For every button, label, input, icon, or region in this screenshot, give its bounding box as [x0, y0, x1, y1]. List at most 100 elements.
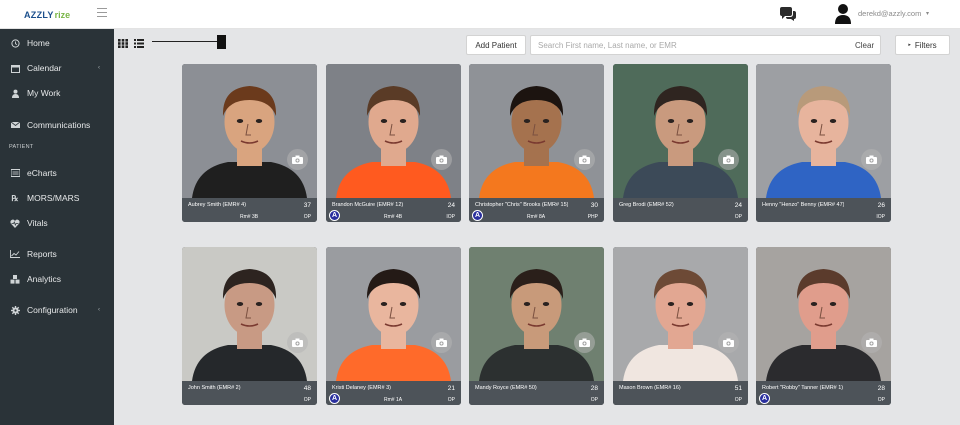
patient-name[interactable]: Kristi Delaney (EMR# 3) [332, 385, 391, 391]
patient-photo[interactable] [613, 247, 748, 381]
sidebar-item-reports[interactable]: Reports [0, 244, 114, 264]
rx-icon: ℞ [11, 193, 19, 203]
sidebar-item-mors-mars[interactable]: ℞ MORS/MARS [0, 188, 114, 208]
logo-text: AZZLY [24, 10, 54, 20]
heartbeat-icon [10, 218, 20, 228]
camera-icon[interactable] [574, 332, 595, 353]
patient-age: 30 [590, 202, 598, 209]
section-header-patient: PATIENT [9, 144, 34, 150]
patient-name[interactable]: Greg Brodi (EMR# 52) [619, 202, 674, 208]
patient-age: 28 [590, 385, 598, 392]
patient-photo[interactable] [182, 64, 317, 198]
sidebar: Home Calendar ‹ My Work Communications P… [0, 29, 114, 425]
line-chart-icon [10, 249, 20, 259]
add-patient-button[interactable]: Add Patient [466, 35, 526, 55]
clear-search-button[interactable]: Clear [855, 41, 874, 50]
sidebar-item-analytics[interactable]: Analytics [0, 269, 114, 289]
camera-icon[interactable] [718, 332, 739, 353]
camera-icon[interactable] [718, 149, 739, 170]
sidebar-item-communications[interactable]: Communications [0, 115, 114, 135]
sidebar-item-configuration[interactable]: Configuration ‹ [0, 300, 114, 320]
patient-photo[interactable] [182, 247, 317, 381]
patient-name[interactable]: Robert "Robby" Tanner (EMR# 1) [762, 385, 843, 391]
sidebar-item-calendar[interactable]: Calendar ‹ [0, 58, 114, 78]
patient-photo[interactable] [469, 64, 604, 198]
list-view-icon[interactable] [134, 35, 144, 48]
logo[interactable]: AZZLY rize [24, 8, 70, 22]
chat-icon[interactable] [779, 7, 797, 21]
camera-icon[interactable] [287, 332, 308, 353]
patient-program: OP [734, 214, 742, 220]
patient-info: Kristi Delaney (EMR# 3) 21 A Rm# 1A OP [326, 381, 461, 405]
sidebar-item-label: Reports [27, 249, 57, 259]
patient-name[interactable]: Brandon McGuire (EMR# 12) [332, 202, 403, 208]
calendar-icon [10, 63, 20, 73]
patient-photo[interactable] [326, 247, 461, 381]
patient-age: 48 [303, 385, 311, 392]
patient-program: IOP [876, 214, 885, 220]
zoom-slider-track[interactable] [152, 41, 222, 42]
patient-photo[interactable] [756, 64, 891, 198]
patient-name[interactable]: Christopher "Chris" Brooks (EMR# 15) [475, 202, 568, 208]
filters-button[interactable]: ▸ Filters [895, 35, 950, 55]
camera-icon[interactable] [861, 332, 882, 353]
patient-photo[interactable] [756, 247, 891, 381]
patient-room: Rm# 1A [384, 397, 403, 403]
patient-info: Mason Brown (EMR# 16) 51 OP [613, 381, 748, 405]
patient-card[interactable]: Christopher "Chris" Brooks (EMR# 15) 30 A R… [469, 64, 604, 222]
camera-icon[interactable] [431, 149, 452, 170]
patient-name[interactable]: Mandy Royce (EMR# 50) [475, 385, 537, 391]
camera-icon[interactable] [861, 149, 882, 170]
patient-card[interactable]: Aubrey Smith (EMR# 4) 37 Rm# 3B OP [182, 64, 317, 222]
patient-card[interactable]: Henny "Henzo" Benny (EMR# 47) 26 IOP [756, 64, 891, 222]
sidebar-item-vitals[interactable]: Vitals [0, 213, 114, 233]
zoom-slider-handle[interactable] [217, 35, 226, 49]
patient-info: Greg Brodi (EMR# 52) 24 OP [613, 198, 748, 222]
patient-photo[interactable] [326, 64, 461, 198]
patient-program: OP [734, 397, 742, 403]
patient-card[interactable]: John Smith (EMR# 2) 48 OP [182, 247, 317, 405]
logo-text-rize: rize [54, 10, 71, 20]
patient-age: 51 [734, 385, 742, 392]
patient-search-input[interactable] [538, 40, 838, 51]
status-badge: A [759, 393, 770, 404]
patient-card[interactable]: Mandy Royce (EMR# 50) 28 OP [469, 247, 604, 405]
grid-view-icon[interactable] [118, 35, 128, 48]
camera-icon[interactable] [287, 149, 308, 170]
sidebar-item-label: Analytics [27, 274, 62, 284]
patient-program: OP [877, 397, 885, 403]
user-avatar-icon[interactable] [835, 3, 851, 24]
patient-program: IOP [446, 214, 455, 220]
patient-program: PHP [587, 214, 598, 220]
sidebar-item-my-work[interactable]: My Work [0, 83, 114, 103]
patient-program: OP [447, 397, 455, 403]
patient-card[interactable]: Kristi Delaney (EMR# 3) 21 A Rm# 1A OP [326, 247, 461, 405]
status-badge: A [329, 393, 340, 404]
camera-icon[interactable] [431, 332, 452, 353]
patient-name[interactable]: John Smith (EMR# 2) [188, 385, 241, 391]
patient-card[interactable]: Mason Brown (EMR# 16) 51 OP [613, 247, 748, 405]
patient-name[interactable]: Mason Brown (EMR# 16) [619, 385, 681, 391]
sidebar-item-echarts[interactable]: eCharts [0, 163, 114, 183]
patient-name[interactable]: Aubrey Smith (EMR# 4) [188, 202, 246, 208]
patient-card[interactable]: Robert "Robby" Tanner (EMR# 1) 28 A OP [756, 247, 891, 405]
patient-room: Rm# 4B [384, 214, 403, 220]
camera-icon[interactable] [574, 149, 595, 170]
user-menu-chevron-down-icon[interactable]: ▾ [926, 10, 929, 17]
patient-name[interactable]: Henny "Henzo" Benny (EMR# 47) [762, 202, 844, 208]
sidebar-item-home[interactable]: Home [0, 33, 114, 53]
status-badge: A [472, 210, 483, 221]
patient-age: 21 [447, 385, 455, 392]
patient-photo[interactable] [469, 247, 604, 381]
top-bar: AZZLY rize derekd@azzly.com ▾ [0, 0, 960, 29]
patient-photo[interactable] [613, 64, 748, 198]
patient-card[interactable]: Greg Brodi (EMR# 52) 24 OP [613, 64, 748, 222]
menu-toggle-icon[interactable] [97, 8, 107, 18]
patient-info: Brandon McGuire (EMR# 12) 24 A Rm# 4B IOP [326, 198, 461, 222]
patient-card[interactable]: Brandon McGuire (EMR# 12) 24 A Rm# 4B IOP [326, 64, 461, 222]
patient-search-box: Clear [530, 35, 881, 55]
patient-info: Mandy Royce (EMR# 50) 28 OP [469, 381, 604, 405]
chart-icon [10, 168, 20, 178]
caret-right-icon: ▸ [908, 42, 911, 48]
user-email[interactable]: derekd@azzly.com [858, 9, 921, 18]
